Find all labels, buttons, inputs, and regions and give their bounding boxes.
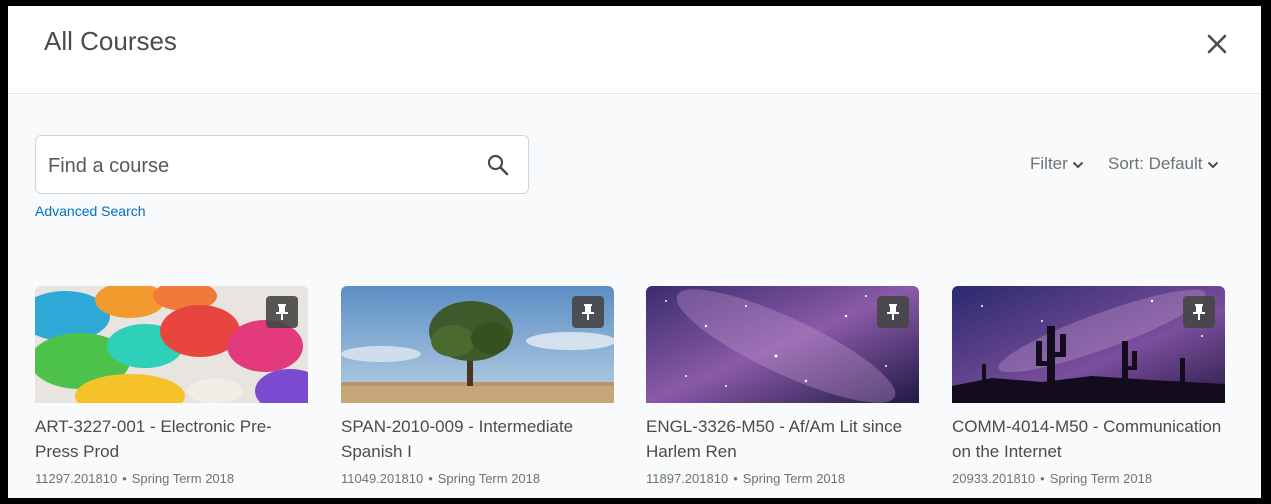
course-term: Spring Term 2018 xyxy=(742,471,846,486)
course-term: Spring Term 2018 xyxy=(437,471,541,486)
pin-icon xyxy=(582,304,594,320)
separator-dot: • xyxy=(122,471,127,486)
course-image-tree[interactable] xyxy=(341,286,614,403)
course-name[interactable]: SPAN-2010-009 - Intermediate Spanish I xyxy=(341,414,611,464)
course-name[interactable]: COMM-4014-M50 - Communication on the Int… xyxy=(952,414,1222,464)
course-term: Spring Term 2018 xyxy=(131,471,235,486)
course-name[interactable]: ART-3227-001 - Electronic Pre-Press Prod xyxy=(35,414,305,464)
course-meta: 11297.201810 • Spring Term 2018 xyxy=(35,471,234,486)
dialog-header: All Courses xyxy=(8,6,1261,94)
pin-icon xyxy=(887,304,899,320)
course-code: 11897.201810 xyxy=(646,471,729,486)
search-icon[interactable] xyxy=(486,153,510,177)
course-image-desert-night[interactable] xyxy=(952,286,1225,403)
course-name[interactable]: ENGL-3326-M50 - Af/Am Lit since Harlem R… xyxy=(646,414,916,464)
pin-icon xyxy=(276,304,288,320)
sort-label: Sort: Default xyxy=(1108,154,1203,173)
chevron-down-icon xyxy=(1072,161,1083,168)
filter-label: Filter xyxy=(1030,154,1068,173)
course-code: 20933.201810 xyxy=(952,471,1036,486)
course-meta: 20933.201810 • Spring Term 2018 xyxy=(952,471,1152,486)
pin-button[interactable] xyxy=(266,296,298,328)
dialog-title: All Courses xyxy=(44,26,177,56)
search-input[interactable] xyxy=(46,148,470,184)
separator-dot: • xyxy=(733,471,738,486)
pin-button[interactable] xyxy=(877,296,909,328)
close-icon[interactable] xyxy=(1203,30,1231,58)
course-code: 11049.201810 xyxy=(341,471,424,486)
pin-button[interactable] xyxy=(1183,296,1215,328)
chevron-down-icon xyxy=(1207,161,1218,168)
separator-dot: • xyxy=(428,471,433,486)
all-courses-dialog: All Courses Advanced Search Filter Sort:… xyxy=(8,6,1261,498)
course-image-milky-way[interactable] xyxy=(646,286,919,403)
search-box xyxy=(35,135,529,194)
course-term: Spring Term 2018 xyxy=(1049,471,1153,486)
course-image-watercolor[interactable] xyxy=(35,286,308,403)
course-meta: 11049.201810 • Spring Term 2018 xyxy=(341,471,540,486)
advanced-search-link[interactable]: Advanced Search xyxy=(35,203,146,219)
pin-icon xyxy=(1193,304,1205,320)
separator-dot: • xyxy=(1040,471,1045,486)
sort-dropdown[interactable]: Sort: Default xyxy=(1108,154,1219,174)
filter-dropdown[interactable]: Filter xyxy=(1030,154,1084,174)
course-code: 11297.201810 xyxy=(35,471,118,486)
course-meta: 11897.201810 • Spring Term 2018 xyxy=(646,471,845,486)
pin-button[interactable] xyxy=(572,296,604,328)
